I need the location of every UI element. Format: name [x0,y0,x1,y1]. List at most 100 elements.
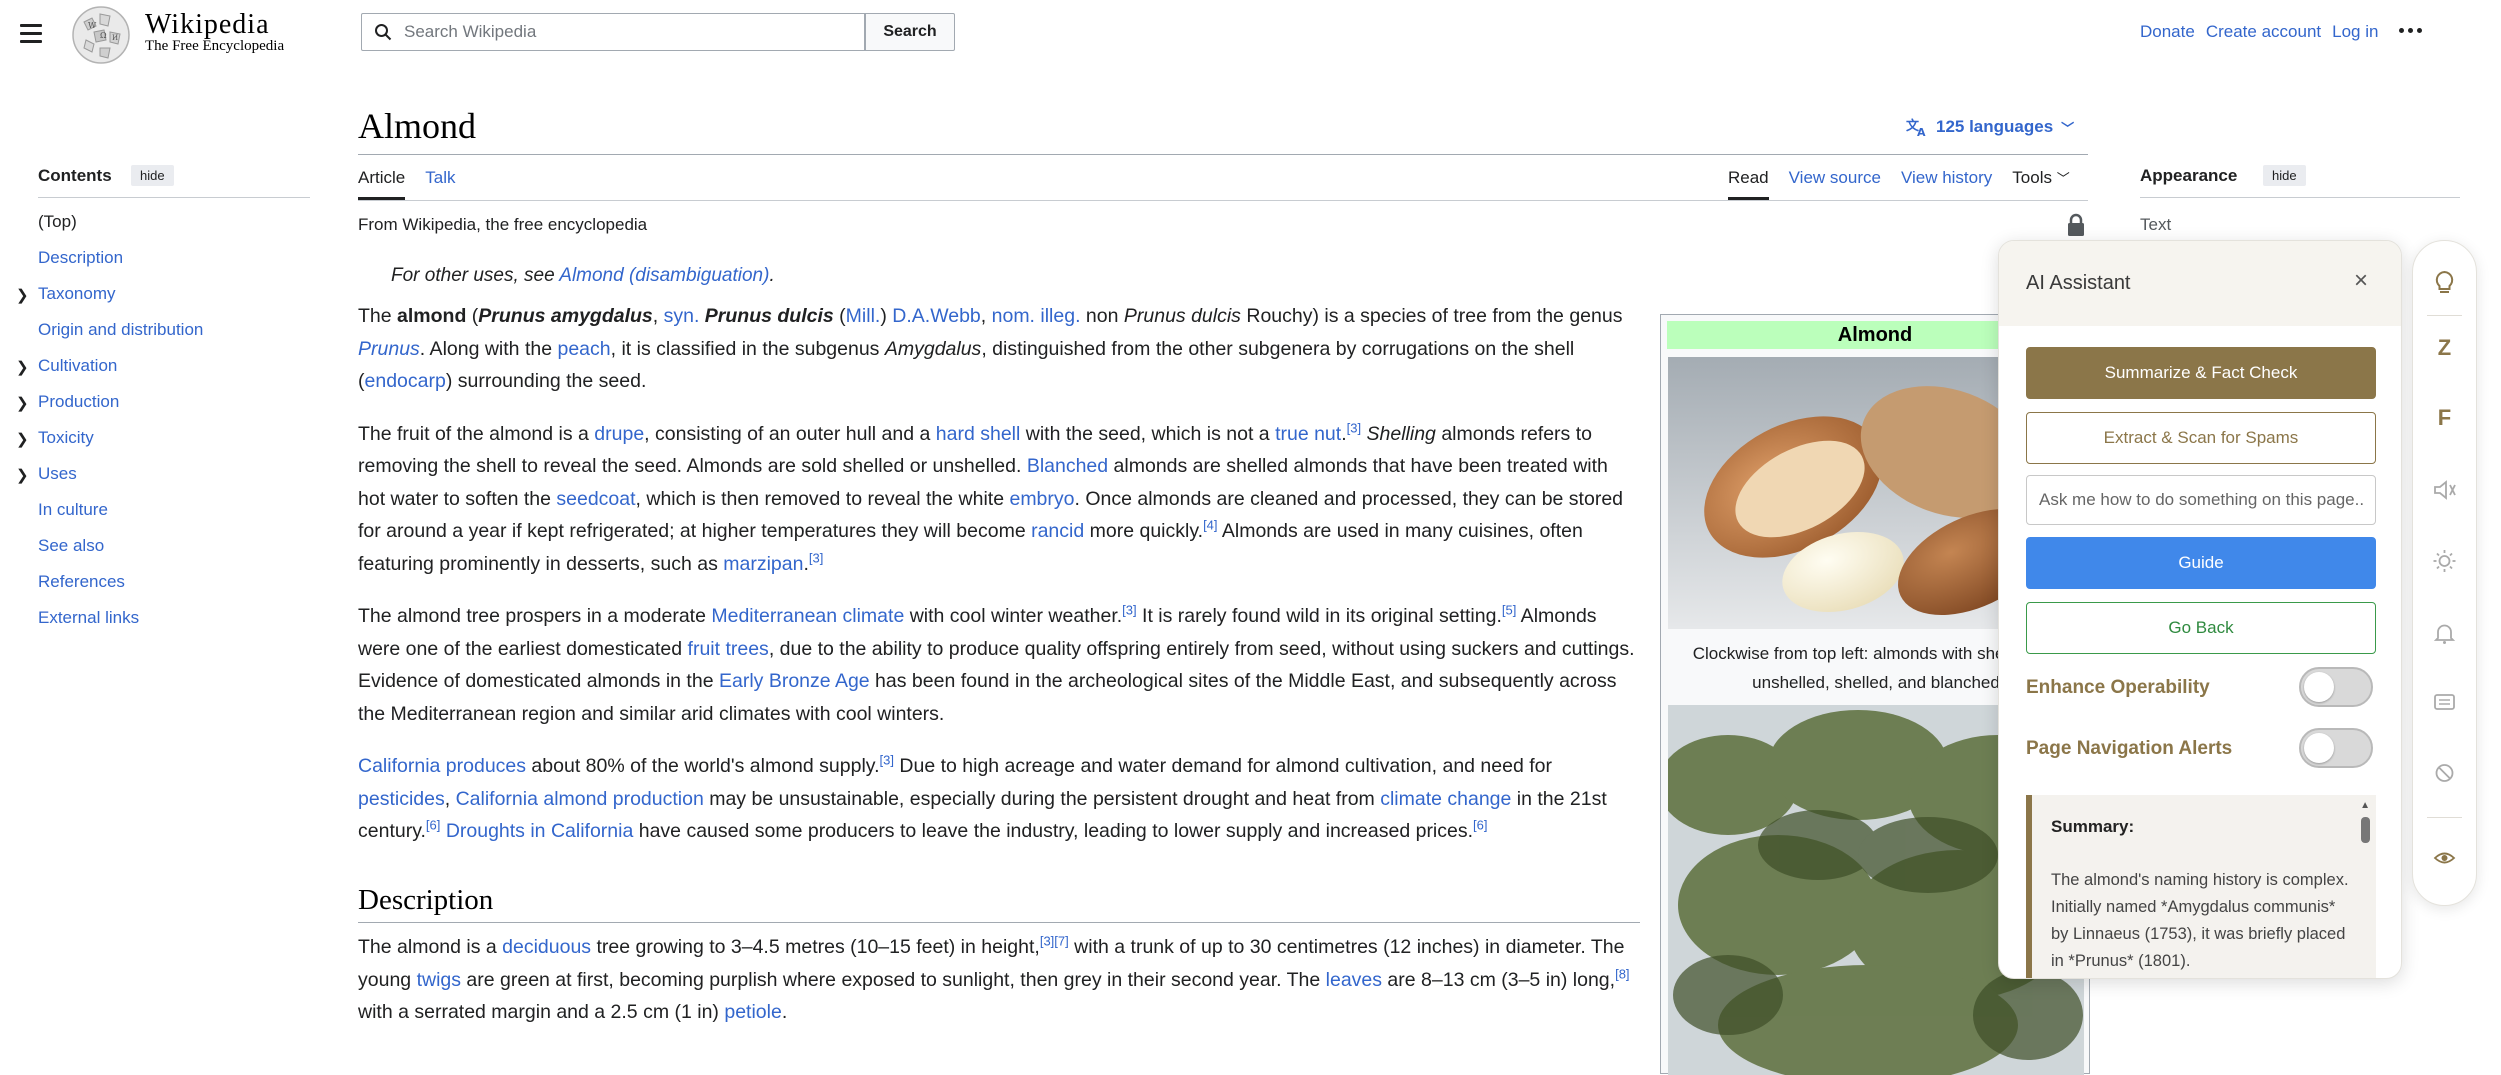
article-link[interactable]: drupe [594,423,644,445]
citation-link[interactable]: [3] [809,550,823,565]
chevron-right-icon[interactable]: ❯ [16,466,29,484]
article-link[interactable]: fruit trees [688,638,769,660]
article-link[interactable]: Early Bronze Age [719,670,870,692]
toc-list: (Top) Description ❯ Taxonomy Origin and d… [16,212,203,644]
eye-icon[interactable] [2413,847,2476,869]
more-options-icon[interactable] [2399,28,2422,33]
article-link[interactable]: Prunus [358,338,420,360]
toc-item-toxicity[interactable]: ❯ Toxicity [16,428,203,464]
toc-item-description[interactable]: Description [38,248,203,284]
article-link[interactable]: climate change [1380,788,1511,810]
chevron-right-icon[interactable]: ❯ [16,394,29,412]
block-icon[interactable] [2413,761,2476,785]
create-account-link[interactable]: Create account [2206,22,2321,42]
article-link[interactable]: syn. [664,305,700,327]
article-link[interactable]: pesticides [358,788,445,810]
article-link[interactable]: California almond production [456,788,704,810]
language-button[interactable]: 文 A 125 languages ﹀ [1906,117,2074,137]
article-link[interactable]: Mill. [846,305,881,327]
lock-icon[interactable] [2066,213,2086,237]
toc-hide-button[interactable]: hide [131,165,174,186]
close-icon[interactable]: × [2354,267,2368,295]
citation-link[interactable]: [5] [1502,603,1516,618]
tab-view-source[interactable]: View source [1789,168,1881,200]
article-link[interactable]: nom. illeg. [992,305,1081,327]
keyboard-icon[interactable] [2413,691,2476,713]
speaker-icon[interactable] [2413,479,2476,501]
search-button[interactable]: Search [865,13,955,51]
appearance-hide-button[interactable]: hide [2263,165,2306,186]
tab-article[interactable]: Article [358,168,406,200]
font-size-z-button[interactable]: Z [2413,335,2476,361]
font-f-button[interactable]: F [2413,405,2476,431]
article-link[interactable]: Blanched [1027,455,1108,477]
tab-read[interactable]: Read [1728,168,1769,200]
chevron-right-icon[interactable]: ❯ [16,358,29,376]
toc-item-origin[interactable]: Origin and distribution [38,320,203,356]
sun-icon[interactable] [2413,549,2476,573]
wikipedia-globe-logo[interactable]: W Ω И [70,4,132,66]
article-link[interactable]: twigs [417,969,461,991]
search-field[interactable] [361,13,865,51]
summary-text: The almond's naming history is complex. … [2051,871,2349,970]
citation-link[interactable]: [3][7] [1040,934,1069,949]
article-link[interactable]: seedcoat [556,488,635,510]
article-link[interactable]: California produces [358,755,526,777]
chevron-right-icon[interactable]: ❯ [16,430,29,448]
tools-label: Tools [2012,168,2052,187]
guide-button[interactable]: Guide [2026,537,2376,589]
citation-link[interactable]: [6] [1473,818,1487,833]
toc-item-taxonomy[interactable]: ❯ Taxonomy [16,284,203,320]
tab-talk[interactable]: Talk [425,168,455,200]
toc-item-in-culture[interactable]: In culture [38,500,203,536]
citation-link[interactable]: [6] [426,818,440,833]
toc-divider [38,197,310,198]
go-back-button[interactable]: Go Back [2026,602,2376,654]
tab-view-history[interactable]: View history [1901,168,1992,200]
citation-link[interactable]: [3] [1122,603,1136,618]
citation-link[interactable]: [3] [880,753,894,768]
log-in-link[interactable]: Log in [2332,22,2378,42]
article-link[interactable]: deciduous [502,936,591,958]
scroll-up-icon[interactable]: ▲ [2360,800,2370,811]
article-link[interactable]: rancid [1031,520,1084,542]
toc-item-uses[interactable]: ❯ Uses [16,464,203,500]
wikipedia-wordmark[interactable]: Wikipedia [145,9,270,41]
chevron-down-icon: ﹀ [2061,120,2075,136]
donate-link[interactable]: Donate [2140,22,2195,42]
disambiguation-link[interactable]: Almond (disambiguation) [559,265,769,286]
search-input[interactable] [402,21,826,43]
article-link[interactable]: embryo [1009,488,1074,510]
main-menu-icon[interactable] [20,24,42,43]
article-link[interactable]: petiole [724,1001,781,1023]
toc-item-external-links[interactable]: External links [38,608,203,644]
chevron-right-icon[interactable]: ❯ [16,286,29,304]
article-link[interactable]: endocarp [365,370,446,392]
enhance-operability-toggle[interactable] [2299,667,2373,707]
extract-scan-spams-button[interactable]: Extract & Scan for Spams [2026,412,2376,464]
bell-icon[interactable] [2413,621,2476,645]
toc-item-production[interactable]: ❯ Production [16,392,203,428]
article-link[interactable]: true nut [1275,423,1341,445]
page-navigation-alerts-toggle[interactable] [2299,728,2373,768]
citation-link[interactable]: [4] [1203,518,1217,533]
article-link[interactable]: marzipan [723,553,803,575]
citation-link[interactable]: [3] [1347,420,1361,435]
summarize-fact-check-button[interactable]: Summarize & Fact Check [2026,347,2376,399]
article-link[interactable]: hard shell [936,423,1021,445]
toc-item-top[interactable]: (Top) [38,212,203,248]
summary-scrollbar[interactable] [2361,817,2370,843]
citation-link[interactable]: [8] [1615,966,1629,981]
ask-assistant-input[interactable] [2026,475,2376,525]
tab-tools[interactable]: Tools ﹀ [2012,168,2069,200]
toc-item-cultivation[interactable]: ❯ Cultivation [16,356,203,392]
toc-item-references[interactable]: References [38,572,203,608]
article-link[interactable]: D.A.Webb [892,305,981,327]
lightbulb-icon[interactable] [2413,269,2476,295]
article-link[interactable]: Mediterranean climate [711,605,904,627]
article-link[interactable]: Droughts in California [446,820,634,842]
translate-icon: 文 A [1906,118,1926,137]
article-link[interactable]: leaves [1326,969,1382,991]
article-link[interactable]: peach [557,338,610,360]
toc-item-see-also[interactable]: See also [38,536,203,572]
